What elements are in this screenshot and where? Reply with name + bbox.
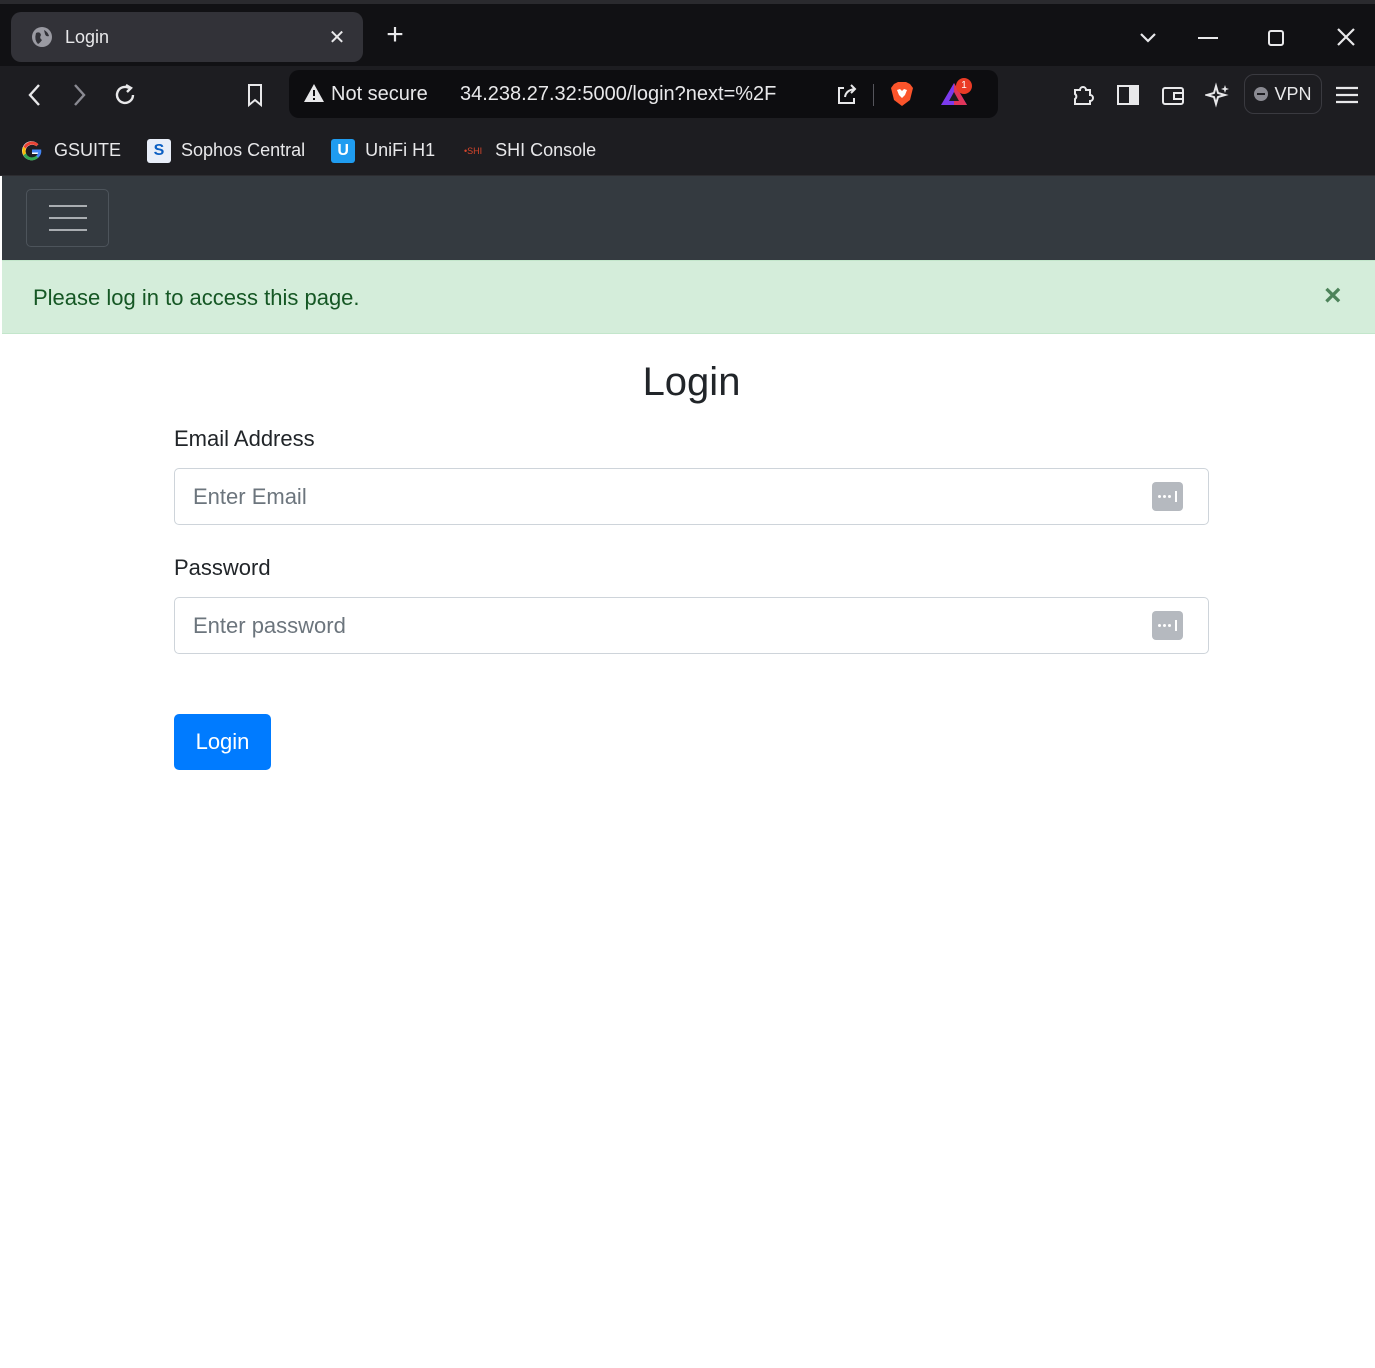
tab-strip: Login ✕ + <box>0 0 1375 66</box>
bookmark-label: Sophos Central <box>181 140 306 160</box>
menu-icon[interactable] <box>1332 80 1362 110</box>
flash-alert: Please log in to access this page. × <box>2 260 1375 334</box>
password-manager-icon[interactable] <box>1152 482 1183 511</box>
tab-search-chevron-icon[interactable] <box>1136 26 1160 50</box>
navbar-toggler-button[interactable] <box>26 189 109 247</box>
tab-close-icon[interactable]: ✕ <box>325 25 349 50</box>
reload-icon[interactable] <box>110 80 140 110</box>
google-icon <box>20 139 44 163</box>
page-title: Login <box>642 360 741 404</box>
maximize-icon[interactable] <box>1268 30 1284 46</box>
login-button[interactable]: Login <box>174 714 271 770</box>
browser-toolbar: Not secure 34.238.27.32:5000/login?next=… <box>0 66 1375 126</box>
rewards-badge: 1 <box>956 78 972 94</box>
bookmark-icon[interactable] <box>240 80 270 110</box>
email-field-wrapper <box>174 468 1209 525</box>
shi-icon: •SHI <box>464 145 483 156</box>
leo-ai-icon[interactable] <box>1203 80 1233 110</box>
bookmarks-bar: GSUITE S Sophos Central U UniFi H1 •SHI … <box>0 126 1375 176</box>
bookmark-unifi-h1[interactable]: U UniFi H1 <box>331 138 436 163</box>
password-field-wrapper <box>174 597 1209 654</box>
password-manager-icon[interactable] <box>1152 611 1183 640</box>
hamburger-icon <box>48 205 87 207</box>
hamburger-icon <box>48 229 87 231</box>
omnibox-divider <box>873 84 874 106</box>
sidebar-icon[interactable] <box>1113 80 1143 110</box>
email-field[interactable] <box>175 469 1135 524</box>
new-tab-button[interactable]: + <box>381 20 409 50</box>
bookmark-label: GSUITE <box>54 140 122 160</box>
hamburger-icon <box>48 217 87 219</box>
url-text[interactable]: 34.238.27.32:5000/login?next=%2F <box>460 83 776 106</box>
extensions-icon[interactable] <box>1068 80 1098 110</box>
globe-icon <box>32 27 52 47</box>
bookmark-gsuite[interactable]: GSUITE <box>20 139 121 163</box>
email-label: Email Address <box>174 426 315 451</box>
page-content: Please log in to access this page. × Log… <box>2 176 1375 1368</box>
back-icon[interactable] <box>20 80 50 110</box>
brave-shields-icon[interactable] <box>889 80 915 108</box>
warning-icon[interactable] <box>303 82 325 104</box>
minimize-icon[interactable] <box>1198 37 1218 39</box>
bookmark-shi-console[interactable]: •SHI SHI Console <box>461 139 596 163</box>
wallet-icon[interactable] <box>1158 80 1188 110</box>
password-label: Password <box>174 555 271 580</box>
bookmark-label: SHI Console <box>495 140 597 160</box>
alert-message: Please log in to access this page. <box>33 285 360 310</box>
bookmark-sophos-central[interactable]: S Sophos Central <box>147 138 306 163</box>
vpn-status-icon <box>1254 87 1269 101</box>
browser-tab[interactable]: Login ✕ <box>11 12 363 62</box>
vpn-label: VPN <box>1274 83 1312 104</box>
tab-title: Login <box>65 26 110 47</box>
unifi-icon: U <box>331 138 356 163</box>
sophos-icon: S <box>147 138 172 163</box>
security-label[interactable]: Not secure <box>331 83 428 106</box>
address-bar[interactable]: Not secure 34.238.27.32:5000/login?next=… <box>289 70 998 118</box>
window-close-icon[interactable] <box>1335 26 1357 48</box>
share-icon[interactable] <box>834 82 860 108</box>
forward-icon[interactable] <box>64 80 94 110</box>
password-field[interactable] <box>175 598 1135 653</box>
vpn-button[interactable]: VPN <box>1244 74 1322 114</box>
alert-close-icon[interactable]: × <box>1324 281 1342 311</box>
site-navbar <box>2 176 1375 260</box>
bookmark-label: UniFi H1 <box>365 140 436 160</box>
